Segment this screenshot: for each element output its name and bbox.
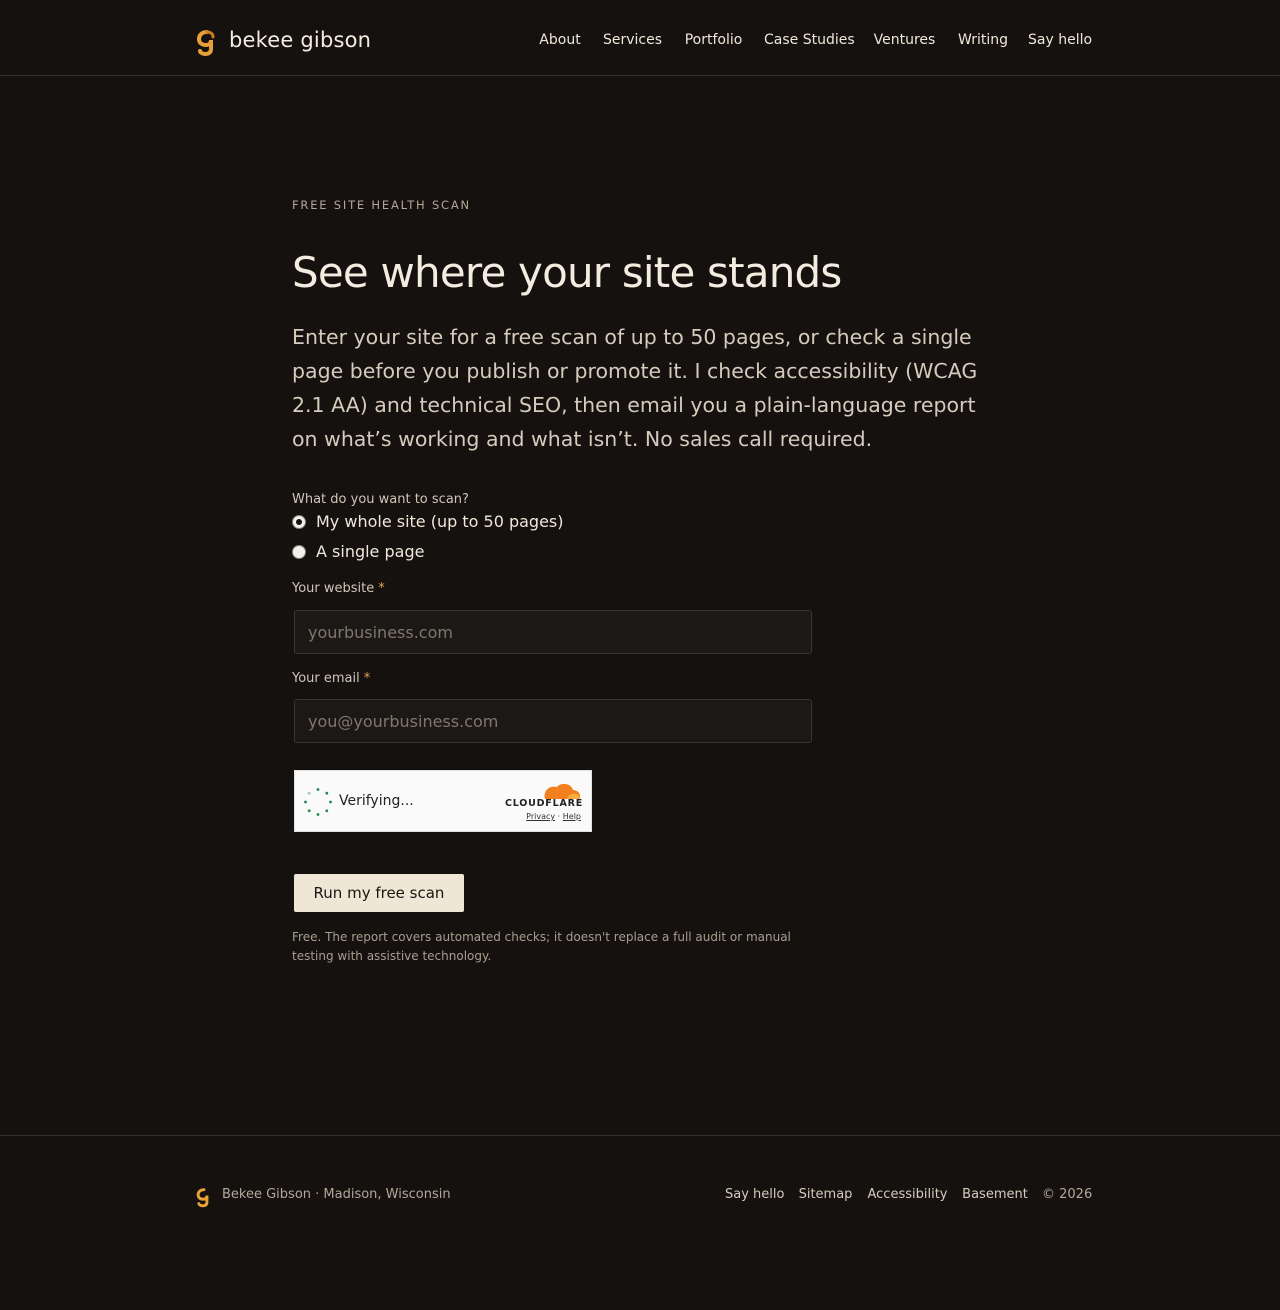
footer-logo-icon[interactable] bbox=[193, 1184, 215, 1210]
website-input[interactable] bbox=[294, 610, 812, 654]
captcha-help-link[interactable]: Help bbox=[563, 812, 581, 821]
required-mark: * bbox=[363, 671, 371, 686]
footer-credit: Bekee Gibson · Madison, Wisconsin bbox=[222, 1187, 451, 1202]
option-single-page-label: A single page bbox=[316, 542, 425, 561]
email-field-label: Your email * bbox=[292, 671, 370, 686]
brand-logo-icon[interactable] bbox=[193, 25, 221, 58]
nav-services[interactable]: Services bbox=[602, 28, 663, 55]
nav-portfolio[interactable]: Portfolio bbox=[683, 28, 744, 55]
captcha-container: Verifying... CLOUDFLARE Privacy · Help bbox=[292, 768, 816, 844]
site-footer: Bekee Gibson · Madison, Wisconsin Say he… bbox=[0, 1135, 1280, 1310]
nav-writing[interactable]: Writing bbox=[957, 28, 1009, 55]
option-single-page[interactable]: A single page bbox=[292, 542, 424, 561]
captcha-status: Verifying... bbox=[339, 793, 414, 809]
footer-accessibility-link[interactable]: Accessibility bbox=[867, 1187, 948, 1209]
email-input[interactable] bbox=[294, 699, 812, 743]
required-mark: * bbox=[378, 581, 385, 596]
nav-about[interactable]: About bbox=[538, 28, 582, 55]
email-label-text: Your email bbox=[292, 671, 360, 686]
radio-single-page[interactable] bbox=[292, 544, 306, 559]
option-whole-site-label: My whole site (up to 50 pages) bbox=[316, 512, 564, 531]
radio-whole-site[interactable] bbox=[292, 514, 306, 529]
nav-case-studies[interactable]: Case Studies bbox=[764, 28, 854, 55]
captcha-links: Privacy · Help bbox=[526, 812, 581, 821]
copyright: © 2026 bbox=[1042, 1187, 1093, 1202]
run-scan-button[interactable]: Run my free scan bbox=[294, 874, 464, 912]
footer-say-hello-link[interactable]: Say hello bbox=[725, 1187, 784, 1209]
cloudflare-turnstile-widget[interactable]: Verifying... CLOUDFLARE Privacy · Help bbox=[294, 770, 592, 832]
loading-spinner-icon bbox=[304, 788, 332, 816]
eyebrow-label: Free site health scan bbox=[292, 198, 471, 212]
footer-basement-link[interactable]: Basement bbox=[962, 1187, 1028, 1209]
skip-to-content-link[interactable] bbox=[5, 5, 187, 59]
website-label-text: Your website bbox=[292, 581, 375, 596]
intro-paragraph: Enter your site for a free scan of up to… bbox=[292, 325, 978, 451]
site-header: bekee gibson About Services Portfolio Ca… bbox=[0, 0, 1280, 76]
cloudflare-wordmark: CLOUDFLARE bbox=[504, 798, 583, 809]
captcha-privacy-link[interactable]: Privacy bbox=[526, 812, 555, 821]
page-title: See where your site stands bbox=[292, 248, 842, 297]
captcha-link-separator: · bbox=[557, 812, 561, 821]
nav-ventures[interactable]: Ventures bbox=[873, 28, 936, 55]
website-field-label: Your website * bbox=[292, 581, 385, 596]
option-whole-site[interactable]: My whole site (up to 50 pages) bbox=[292, 512, 564, 531]
brand-name-link[interactable]: bekee gibson bbox=[229, 26, 371, 56]
nav-say-hello[interactable]: Say hello bbox=[1028, 28, 1092, 55]
footer-sitemap-link[interactable]: Sitemap bbox=[798, 1187, 853, 1209]
disclaimer-text: Free. The report covers automated checks… bbox=[292, 930, 791, 963]
scan-type-question: What do you want to scan? bbox=[292, 492, 469, 507]
